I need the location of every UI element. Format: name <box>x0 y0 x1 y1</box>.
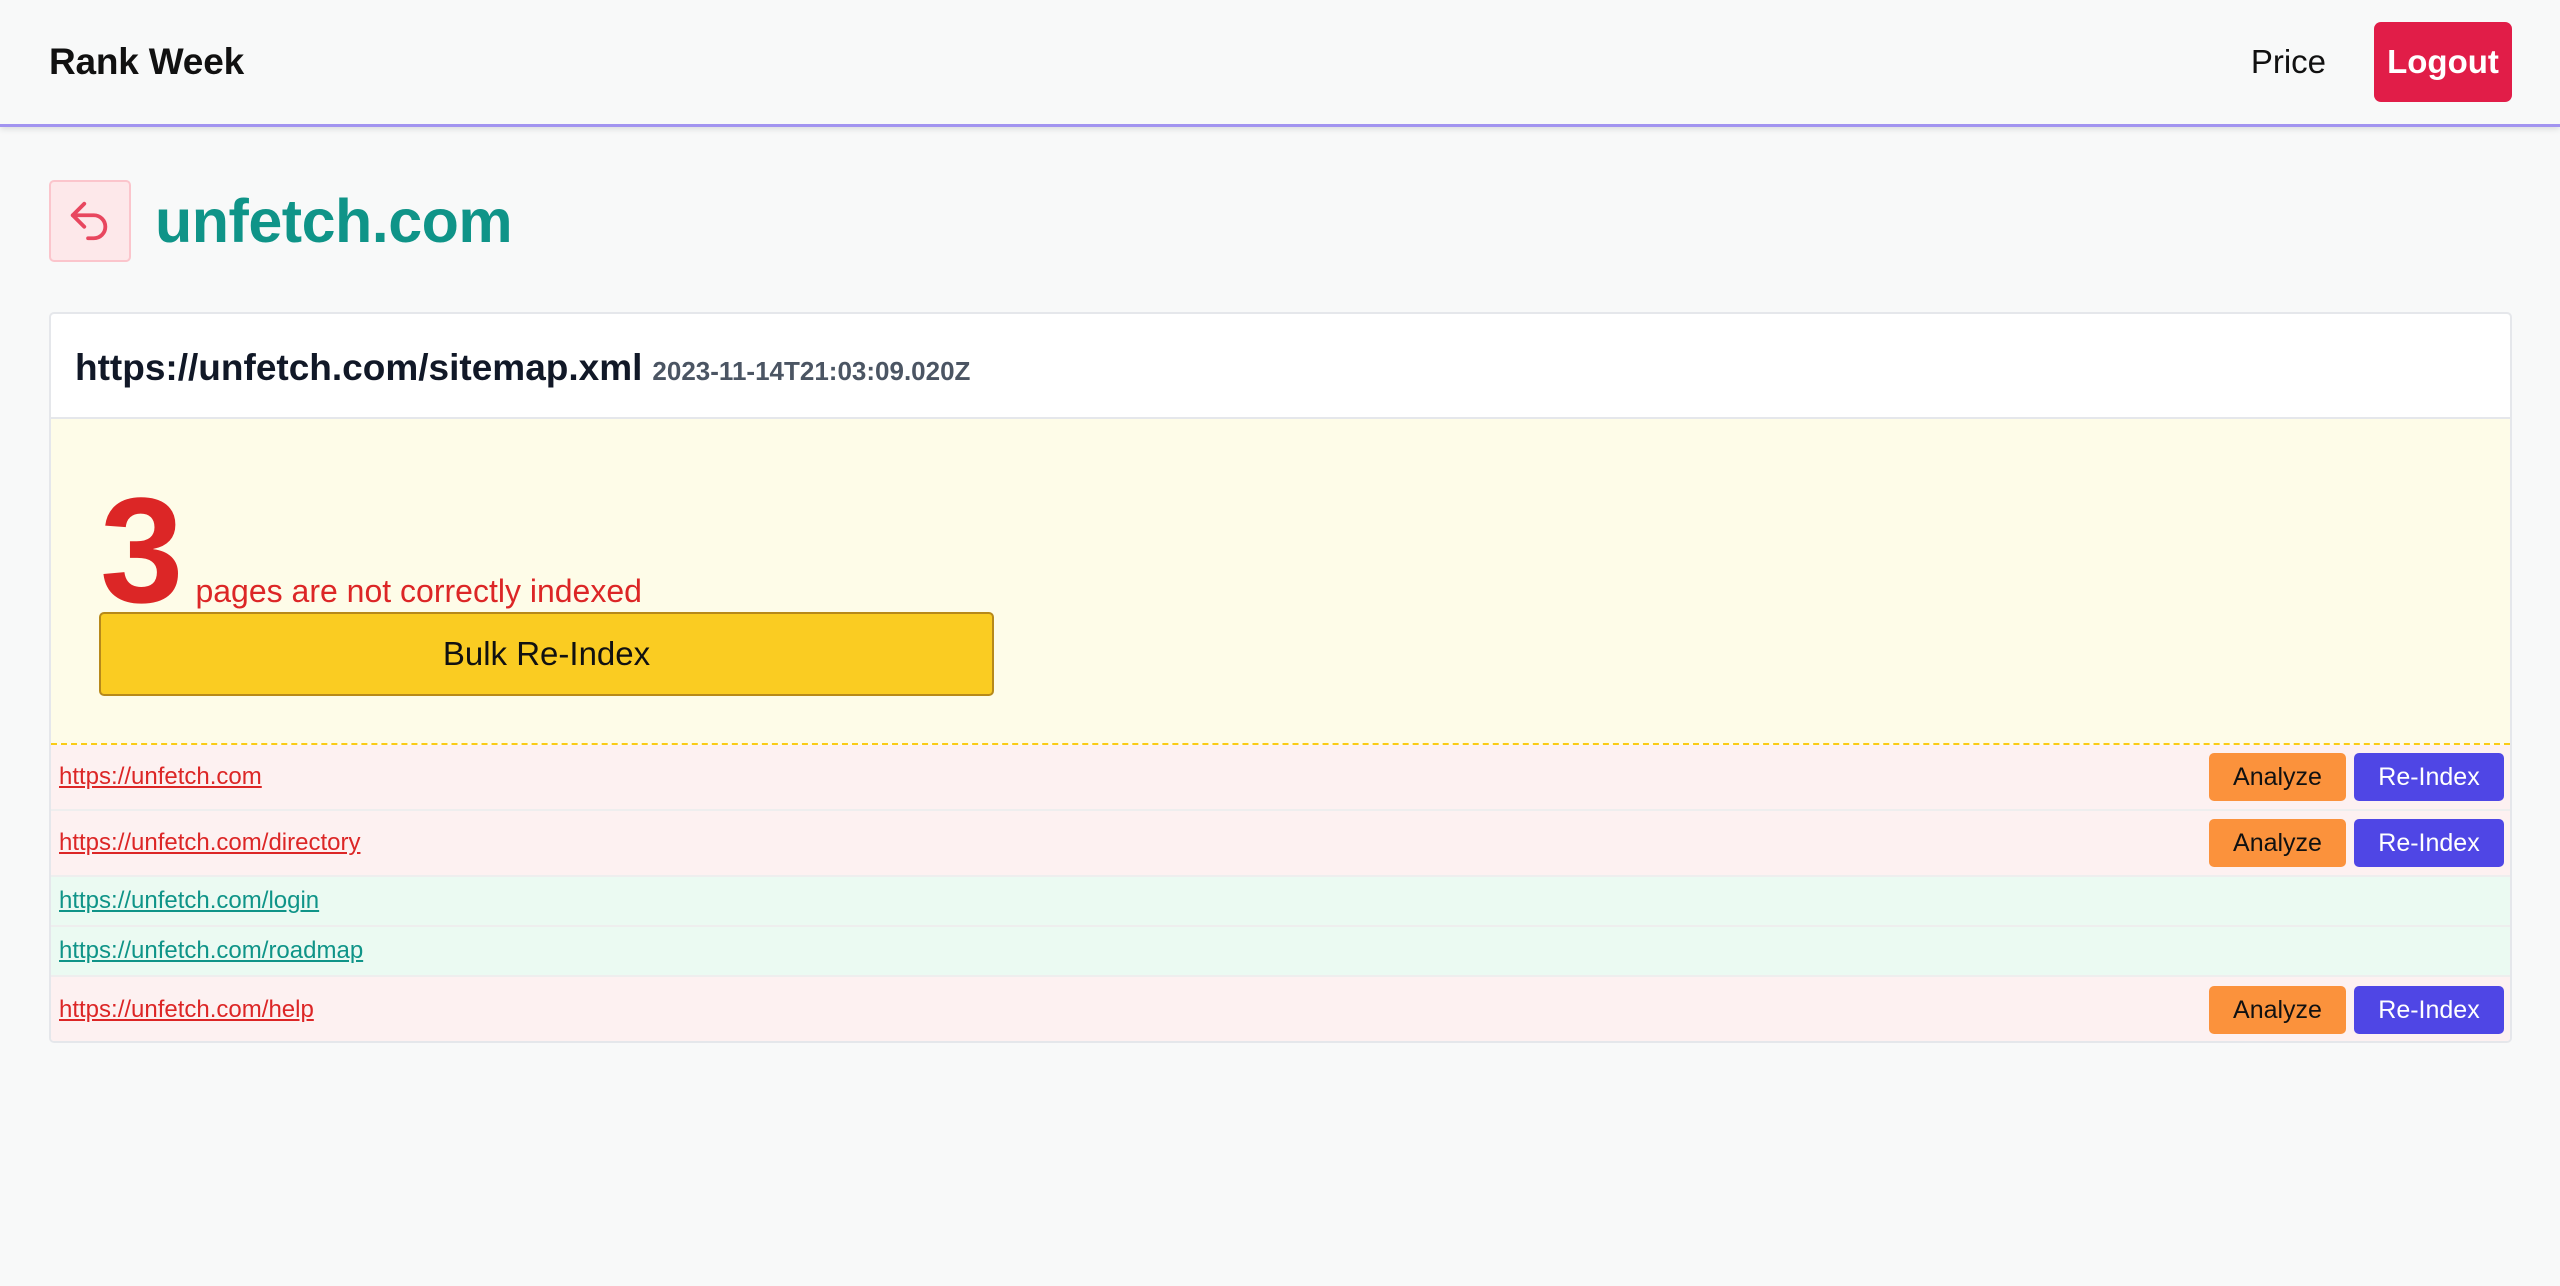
row-actions: Analyze Re-Index <box>2209 819 2504 867</box>
undo-arrow-icon <box>70 201 108 241</box>
top-navbar: Rank Week Price Logout <box>0 0 2560 127</box>
sitemap-card: https://unfetch.com/sitemap.xml 2023-11-… <box>49 312 2512 1043</box>
row-actions: Analyze Re-Index <box>2209 753 2504 801</box>
not-indexed-count-line: 3 pages are not correctly indexed <box>100 475 642 625</box>
analyze-button[interactable]: Analyze <box>2209 753 2346 801</box>
brand-logo[interactable]: Rank Week <box>49 41 244 83</box>
not-indexed-text: pages are not correctly indexed <box>195 573 642 609</box>
reindex-button[interactable]: Re-Index <box>2354 753 2504 801</box>
reindex-button[interactable]: Re-Index <box>2354 819 2504 867</box>
sitemap-timestamp: 2023-11-14T21:03:09.020Z <box>652 356 971 386</box>
analyze-button[interactable]: Analyze <box>2209 986 2346 1034</box>
url-link[interactable]: https://unfetch.com <box>59 763 262 791</box>
url-link[interactable]: https://unfetch.com/roadmap <box>59 937 363 965</box>
url-link[interactable]: https://unfetch.com/login <box>59 887 319 915</box>
url-row: https://unfetch.com/login <box>51 877 2510 927</box>
url-link[interactable]: https://unfetch.com/help <box>59 996 314 1024</box>
back-button[interactable] <box>49 180 131 262</box>
page-header: unfetch.com <box>49 180 2560 262</box>
logout-button[interactable]: Logout <box>2374 22 2512 102</box>
url-list: https://unfetch.com Analyze Re-Index htt… <box>51 745 2510 1041</box>
sitemap-url: https://unfetch.com/sitemap.xml <box>75 346 643 388</box>
url-row: https://unfetch.com/roadmap <box>51 927 2510 977</box>
analyze-button[interactable]: Analyze <box>2209 819 2346 867</box>
not-indexed-summary: 3 pages are not correctly indexed Bulk R… <box>51 419 2510 745</box>
url-row: https://unfetch.com/directory Analyze Re… <box>51 811 2510 877</box>
sitemap-header: https://unfetch.com/sitemap.xml 2023-11-… <box>51 314 2510 419</box>
nav-actions: Price Logout <box>2251 22 2512 102</box>
page-title: unfetch.com <box>155 187 513 255</box>
reindex-button[interactable]: Re-Index <box>2354 986 2504 1034</box>
price-link[interactable]: Price <box>2251 43 2326 81</box>
bulk-reindex-button[interactable]: Bulk Re-Index <box>99 612 994 696</box>
url-row: https://unfetch.com/help Analyze Re-Inde… <box>51 977 2510 1041</box>
url-row: https://unfetch.com Analyze Re-Index <box>51 745 2510 811</box>
not-indexed-count: 3 <box>100 466 184 634</box>
url-link[interactable]: https://unfetch.com/directory <box>59 829 360 857</box>
row-actions: Analyze Re-Index <box>2209 986 2504 1034</box>
